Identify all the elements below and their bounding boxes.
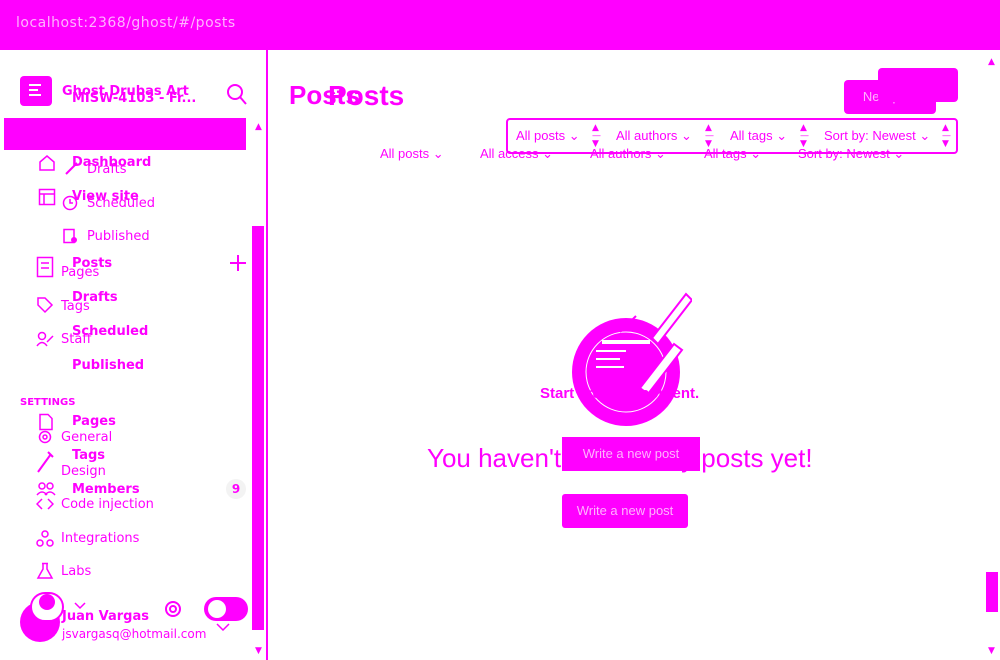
filter-all-authors-2[interactable]: All authors ⌄ [590,146,666,162]
clock-icon [62,195,78,211]
staff-icon [36,330,54,348]
chevron-down-small-icon [216,623,230,631]
write-post-button-overlay[interactable]: Write a new post [562,437,700,471]
pencil-icon [64,160,80,176]
settings-heading: SETTINGS [20,397,76,408]
write-new-post-label: Write a new post [576,503,674,518]
scroll-down-arrow[interactable]: ▼ [255,646,262,656]
tag-icon [36,296,54,314]
posts-icon [36,256,54,278]
night-mode-toggle[interactable] [204,597,248,621]
nav-published-overlap[interactable]: Published [87,229,150,244]
code-icon [36,497,54,511]
filter-sort-label: Sort by: Newest [824,128,916,143]
nav-drafts-overlap[interactable]: Drafts [87,162,127,177]
main-scrollbar[interactable] [986,50,998,660]
nav-scheduled-overlap[interactable]: Scheduled [87,196,155,211]
nav-tags[interactable]: Tags [72,448,105,463]
filter-all-tags-2[interactable]: All tags ⌄ [704,146,761,162]
write-post-overlay-label: Write a new post [582,446,680,461]
scroll-up-arrow[interactable]: ▲ [255,122,262,132]
filter-divider-4: ▲ — ▼ [942,123,951,149]
filter-divider-2: ▲ — ▼ [705,123,714,149]
gear-small-icon [36,428,54,446]
filter-sort[interactable]: Sort by: Newest ⌄ [824,128,930,144]
empty-state-heading: Start creating content. [540,385,700,402]
new-post-button-overlay[interactable] [878,68,958,102]
filter-all-authors-label: All authors [616,128,678,143]
filter-all-posts-2-label: All posts [380,146,430,161]
members-icon [36,482,56,496]
user-avatar-head [39,594,55,610]
filter-all-posts-2[interactable]: All posts ⌄ [380,146,444,162]
filter-divider-3: ▲ — ▼ [800,123,809,149]
layout-icon [38,188,56,206]
brush-icon [36,450,54,474]
published-icon [62,228,78,244]
filter-divider-1: ▲ — ▼ [592,123,601,149]
nav-tags-overlap[interactable]: Tags [61,299,90,314]
toggle-knob [208,600,226,618]
filter-sort-2[interactable]: Sort by: Newest ⌄ [798,146,904,162]
filter-all-tags-2-label: All tags [704,146,747,161]
site-logo[interactable] [20,76,52,106]
site-title-overlap: MISW-4103 - Fr... [72,91,197,106]
nav-pages[interactable]: Pages [72,414,116,429]
filter-all-tags[interactable]: All tags ⌄ [730,128,787,144]
sidebar-divider [266,50,268,660]
nav-code-injection[interactable]: Code injection [61,497,154,512]
filter-all-access-label: All access [480,146,539,161]
nav-members[interactable]: Members [72,482,140,497]
nav-integrations[interactable]: Integrations [61,531,139,546]
integrations-icon [36,530,54,548]
filter-all-authors[interactable]: All authors ⌄ [616,128,692,144]
gear-icon[interactable] [162,598,184,620]
main-scroll-down-arrow[interactable]: ▼ [988,646,995,656]
filter-all-posts[interactable]: All posts ⌄ [516,128,580,144]
address-bar[interactable]: localhost:2368/ghost/#/posts [16,15,236,31]
filter-all-access[interactable]: All access ⌄ [480,146,553,162]
home-icon [38,154,56,172]
nav-labs[interactable]: Labs [61,564,91,579]
user-name[interactable]: Juan Vargas [62,609,149,624]
write-new-post-button[interactable]: Write a new post [562,494,688,528]
filter-sort-2-label: Sort by: Newest [798,146,890,161]
nav-published[interactable]: Published [72,358,144,373]
filter-all-tags-label: All tags [730,128,773,143]
nav-design[interactable]: Design [61,464,106,479]
filter-all-authors-2-label: All authors [590,146,652,161]
sidebar-scrollbar[interactable] [252,226,264,630]
nav-staff[interactable]: Staff [61,332,91,347]
logo-icon [29,84,41,96]
add-post-icon[interactable] [228,253,248,273]
labs-icon [36,562,54,580]
user-email: jsvargasq@hotmail.com [62,627,207,641]
nav-general[interactable]: General [61,430,112,445]
members-count-badge: 9 [226,479,246,499]
search-icon[interactable] [226,83,248,107]
filter-all-posts-label: All posts [516,128,566,143]
main-scrollbar-thumb[interactable] [986,572,998,612]
active-nav-highlight [4,118,246,150]
main-scroll-up-arrow[interactable]: ▲ [988,57,995,67]
empty-state-illustration [566,288,692,428]
nav-pages-overlap[interactable]: Pages [61,265,99,280]
page-title: Posts [328,80,405,111]
